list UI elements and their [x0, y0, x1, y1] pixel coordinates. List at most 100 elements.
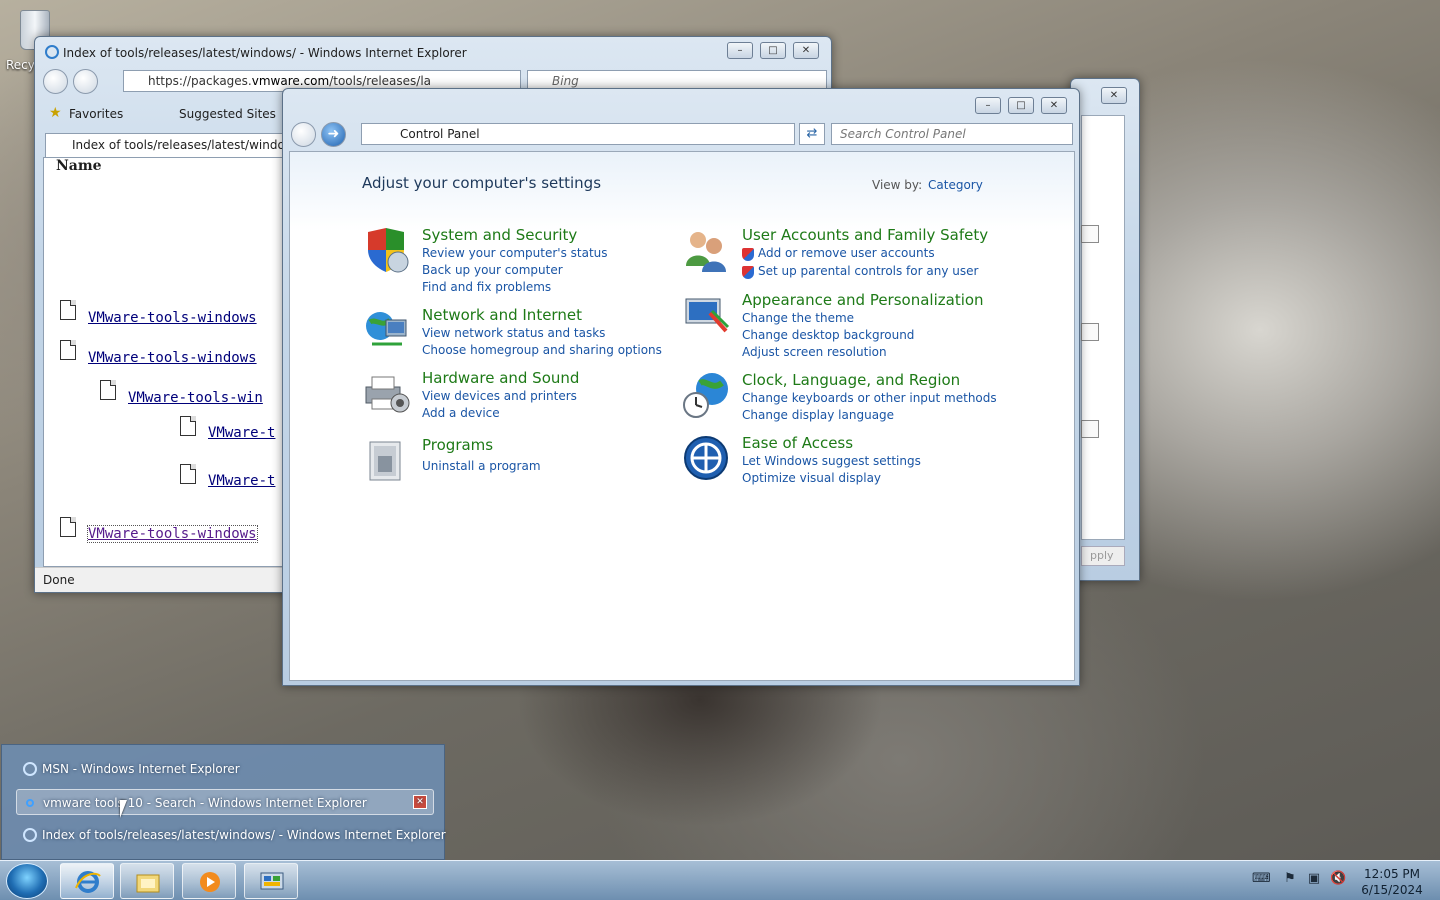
taskbar-control-panel-button[interactable]: [244, 863, 298, 899]
dialog-button[interactable]: [1081, 420, 1099, 438]
category-link[interactable]: Add a device: [422, 406, 500, 420]
background-window: ✕ omize ring pply: [1070, 78, 1140, 581]
column-header-name[interactable]: Name: [56, 158, 102, 174]
file-icon: [180, 464, 196, 484]
category-link[interactable]: Review your computer's status: [422, 246, 608, 260]
category-link[interactable]: View network status and tasks: [422, 326, 605, 340]
control-panel-icon: [260, 872, 284, 890]
category-link[interactable]: Find and fix problems: [422, 280, 551, 294]
file-link[interactable]: VMware-tools-windows: [88, 350, 257, 366]
folder-icon: [136, 874, 160, 893]
media-player-icon: [200, 872, 220, 892]
dialog-button[interactable]: [1081, 323, 1099, 341]
category-link[interactable]: Change the theme: [742, 311, 854, 325]
clock-time: 12:05 PM: [1364, 867, 1420, 881]
search-input[interactable]: Search Control Panel: [831, 123, 1073, 145]
file-link[interactable]: VMware-tools-windows: [87, 525, 258, 543]
ie-icon: [45, 45, 59, 59]
start-button[interactable]: [6, 863, 48, 899]
taskbar-explorer-button[interactable]: [120, 863, 174, 899]
category-link[interactable]: Change keyboards or other input methods: [742, 391, 997, 405]
close-button[interactable]: ✕: [1041, 97, 1067, 114]
network-icon[interactable]: ▣: [1306, 871, 1322, 887]
back-button[interactable]: [291, 122, 316, 147]
file-link[interactable]: VMware-t: [208, 425, 275, 441]
apply-button[interactable]: pply: [1081, 546, 1125, 566]
keyboard-icon[interactable]: ⌨: [1252, 871, 1271, 887]
maximize-button[interactable]: □: [1008, 97, 1034, 114]
users-icon: [686, 232, 726, 272]
category-link[interactable]: Adjust screen resolution: [742, 345, 887, 359]
suggested-sites-button[interactable]: Suggested Sites: [179, 107, 276, 121]
category-link[interactable]: View devices and printers: [422, 389, 577, 403]
category-link[interactable]: Set up parental controls for any user: [742, 264, 978, 278]
category-system-security: System and Security Review your computer…: [362, 226, 662, 296]
preview-item-selected[interactable]: vmware tools 10 - Search - Windows Inter…: [16, 789, 434, 815]
clock[interactable]: 12:05 PM 6/15/2024: [1352, 866, 1432, 898]
file-icon: [60, 517, 76, 537]
address-host: vmware.com: [251, 74, 330, 88]
printer-icon: [365, 376, 410, 413]
back-button[interactable]: [43, 69, 68, 94]
ie-icon: [75, 871, 101, 893]
recycle-bin-label: Recy: [6, 58, 35, 72]
forward-button[interactable]: ➜: [321, 122, 346, 147]
category-link[interactable]: Back up your computer: [422, 263, 563, 277]
mouse-cursor-icon: [120, 800, 127, 818]
category-link[interactable]: Change desktop background: [742, 328, 914, 342]
close-button[interactable]: ✕: [793, 42, 819, 59]
category-clock-language: Clock, Language, and Region Change keybo…: [682, 371, 1042, 426]
category-link[interactable]: Uninstall a program: [422, 459, 541, 473]
view-by-dropdown[interactable]: Category: [928, 178, 983, 192]
category-title[interactable]: Programs: [422, 436, 493, 454]
category-title[interactable]: System and Security: [422, 226, 577, 244]
file-icon: [60, 340, 76, 360]
taskbar-ie-button[interactable]: [60, 863, 114, 899]
breadcrumb[interactable]: Control Panel: [400, 127, 480, 141]
category-title[interactable]: Ease of Access: [742, 434, 853, 452]
category-user-accounts: User Accounts and Family Safety Add or r…: [682, 226, 1042, 281]
address-bar[interactable]: Control Panel: [361, 123, 795, 145]
preview-item[interactable]: Index of tools/releases/latest/windows/ …: [16, 822, 446, 848]
maximize-button[interactable]: □: [760, 42, 786, 59]
file-icon: [100, 380, 116, 400]
category-title[interactable]: Network and Internet: [422, 306, 582, 324]
appearance-icon: [685, 298, 730, 333]
favorites-button[interactable]: Favorites: [69, 107, 123, 121]
category-link[interactable]: Optimize visual display: [742, 471, 881, 485]
category-link[interactable]: Let Windows suggest settings: [742, 454, 921, 468]
category-title[interactable]: User Accounts and Family Safety: [742, 226, 988, 244]
file-link[interactable]: VMware-tools-win: [128, 390, 263, 406]
file-link[interactable]: VMware-t: [208, 473, 275, 489]
volume-muted-icon[interactable]: 🔇: [1330, 871, 1346, 887]
category-link[interactable]: Change display language: [742, 408, 894, 422]
ie-window-title: Index of tools/releases/latest/windows/ …: [63, 46, 467, 60]
ie-icon: [23, 828, 37, 842]
address-prefix: https://packages.: [148, 74, 252, 88]
star-icon: ★: [49, 105, 62, 121]
close-icon[interactable]: ✕: [413, 795, 427, 809]
minimize-button[interactable]: –: [975, 97, 1001, 114]
category-title[interactable]: Clock, Language, and Region: [742, 371, 960, 389]
ie-icon: [23, 762, 37, 776]
category-network-internet: Network and Internet View network status…: [362, 306, 662, 357]
tab-index[interactable]: Index of tools/releases/latest/windows/: [45, 133, 285, 157]
category-ease-of-access: Ease of Access Let Windows suggest setti…: [682, 434, 1042, 489]
flag-icon[interactable]: ⚑: [1282, 871, 1298, 887]
category-link[interactable]: Add or remove user accounts: [742, 246, 935, 260]
address-rest: /tools/releases/la: [329, 74, 432, 88]
file-icon: [60, 300, 76, 320]
file-icon: [180, 416, 196, 436]
refresh-icon[interactable]: ⇄: [799, 123, 825, 145]
forward-button[interactable]: [73, 69, 98, 94]
category-title[interactable]: Hardware and Sound: [422, 369, 579, 387]
preview-item[interactable]: MSN - Windows Internet Explorer: [16, 756, 434, 782]
taskbar-media-player-button[interactable]: [182, 863, 236, 899]
file-link[interactable]: VMware-tools-windows: [88, 310, 257, 326]
category-title[interactable]: Appearance and Personalization: [742, 291, 984, 309]
dialog-button[interactable]: [1081, 225, 1099, 243]
close-button[interactable]: ✕: [1101, 87, 1127, 104]
minimize-button[interactable]: –: [727, 42, 753, 59]
category-link[interactable]: Choose homegroup and sharing options: [422, 343, 662, 357]
taskbar: ⌨ ⚑ ▣ 🔇 12:05 PM 6/15/2024: [0, 860, 1440, 900]
